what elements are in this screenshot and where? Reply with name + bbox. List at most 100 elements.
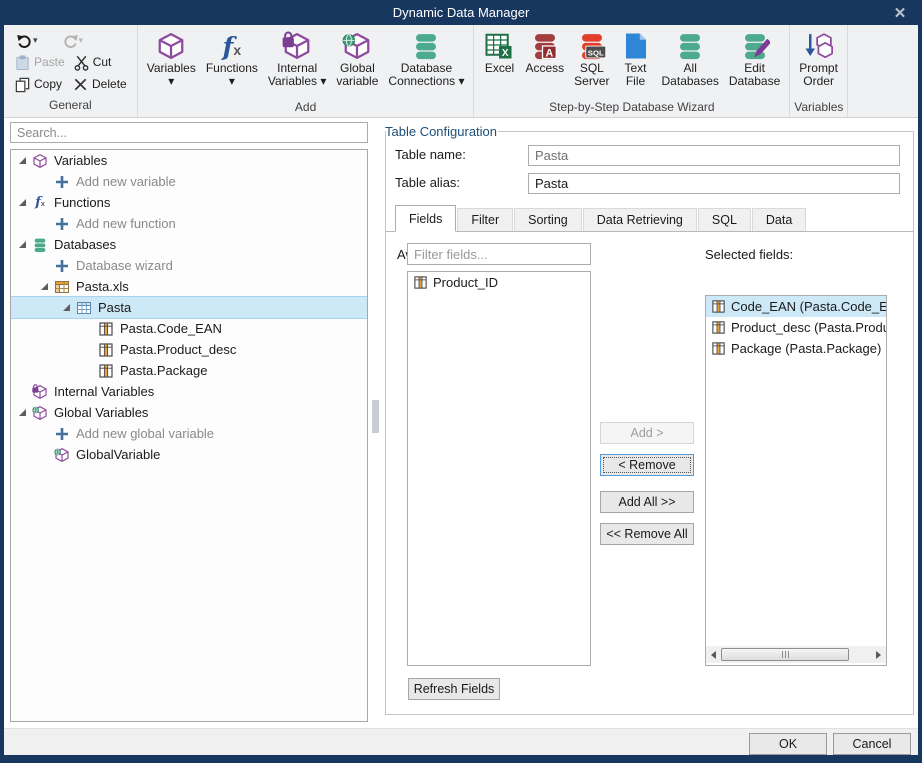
filter-fields-input[interactable]	[407, 243, 591, 265]
excel-button[interactable]: XExcel	[478, 27, 520, 75]
tree-item-pasta-package[interactable]: Pasta.Package	[11, 360, 367, 381]
tree-item-database-wizard[interactable]: Database wizard	[11, 255, 367, 276]
horizontal-scrollbar[interactable]	[706, 646, 886, 663]
tree-item-globalvariable[interactable]: GlobalVariable	[11, 444, 367, 465]
database-edit-icon	[739, 30, 771, 62]
selected-fields-list[interactable]: Code_EAN (Pasta.Code_EAN) Product_desc (…	[705, 295, 887, 666]
tree-item-add-new-variable[interactable]: Add new variable	[11, 171, 367, 192]
window-title: Dynamic Data Manager	[393, 5, 530, 20]
sheet-icon	[54, 279, 70, 295]
all-databases-button[interactable]: AllDatabases	[657, 27, 724, 88]
tree-item-global-variables[interactable]: Global Variables	[11, 402, 367, 423]
undo-dropdown-icon[interactable]: ▾	[33, 35, 38, 46]
scroll-right-icon[interactable]	[871, 646, 886, 663]
variables-button[interactable]: Variables▾	[142, 27, 201, 88]
add-button: Add >	[600, 422, 694, 444]
cube-globe-icon	[54, 447, 70, 463]
database-green-icon	[410, 30, 442, 62]
expander-icon[interactable]	[41, 283, 48, 290]
tab-filter[interactable]: Filter	[457, 208, 513, 231]
expander-icon[interactable]	[19, 157, 26, 164]
tree-item-add-new-function[interactable]: Add new function	[11, 213, 367, 234]
close-icon[interactable]: ✕	[886, 0, 914, 25]
cut-button[interactable]: Cut	[69, 53, 116, 72]
internal-variables-label-2: Variables ▾	[268, 75, 327, 88]
expander-icon[interactable]	[63, 304, 70, 311]
tree-item-label: Functions	[54, 195, 110, 210]
tree-item-add-new-global-variable[interactable]: Add new global variable	[11, 423, 367, 444]
tree-item-pasta[interactable]: Pasta	[11, 297, 367, 318]
table-name-input[interactable]	[528, 145, 900, 166]
remove-button[interactable]: < Remove	[600, 454, 694, 476]
tree-item-label: Variables	[54, 153, 107, 168]
database-connections-label-2: Connections ▾	[388, 75, 464, 88]
copy-button[interactable]: Copy	[10, 75, 66, 94]
undo-button[interactable]: ▾	[10, 32, 44, 49]
fx-icon: fx	[216, 30, 248, 62]
sql-server-button[interactable]: SQLSQLServer	[569, 27, 614, 88]
tree-item-pasta-code-ean[interactable]: Pasta.Code_EAN	[11, 318, 367, 339]
scrollbar-thumb[interactable]	[721, 648, 849, 661]
tree-item-internal-variables[interactable]: Internal Variables	[11, 381, 367, 402]
tree-item-label: GlobalVariable	[76, 447, 160, 462]
redo-dropdown-icon: ▾	[79, 35, 84, 46]
ribbon-group-label: Step-by-Step Database Wizard	[478, 99, 785, 117]
selected-field-package-pasta-package-[interactable]: Package (Pasta.Package)	[706, 338, 886, 359]
cancel-button[interactable]: Cancel	[833, 733, 911, 755]
tree-scrollbar[interactable]	[372, 149, 379, 722]
available-field-product-id[interactable]: Product_ID	[408, 272, 590, 293]
prompt-order-button[interactable]: PromptOrder	[794, 27, 843, 88]
internal-variables-button[interactable]: InternalVariables ▾	[263, 27, 332, 88]
dialog-footer: OK Cancel	[4, 728, 918, 755]
database-connections-button[interactable]: DatabaseConnections ▾	[383, 27, 469, 88]
table-name-label: Table name:	[395, 147, 466, 162]
tab-data-retrieving[interactable]: Data Retrieving	[583, 208, 697, 231]
cut-icon	[73, 54, 90, 71]
tree-item-label: Pasta	[98, 300, 131, 315]
selected-field-code-ean-pasta-code-ean-[interactable]: Code_EAN (Pasta.Code_EAN)	[706, 296, 886, 317]
global-variable-label-2: variable	[336, 75, 378, 88]
search-input[interactable]	[10, 122, 368, 143]
tree-scrollbar-thumb[interactable]	[372, 400, 379, 433]
tree-item-label: Global Variables	[54, 405, 148, 420]
tree-item-functions[interactable]: fxFunctions	[11, 192, 367, 213]
ribbon-group-step-by-step-database-wizard: XExcel AAccess SQLSQLServer TextFile All…	[474, 25, 790, 117]
list-item-label: Package (Pasta.Package)	[731, 341, 881, 356]
paste-icon	[14, 54, 31, 71]
ribbon-group-variables: PromptOrderVariables	[790, 25, 848, 117]
tree-item-databases[interactable]: Databases	[11, 234, 367, 255]
text-file-button[interactable]: TextFile	[615, 27, 657, 88]
access-button[interactable]: AAccess	[520, 27, 569, 75]
expander-icon[interactable]	[19, 241, 26, 248]
functions-button[interactable]: fxFunctions▾	[201, 27, 263, 88]
edit-database-button[interactable]: EditDatabase	[724, 27, 785, 88]
prompt-order-icon	[803, 30, 835, 62]
selected-field-product-desc-pasta-product-desc-[interactable]: Product_desc (Pasta.Product_desc)	[706, 317, 886, 338]
expander-icon[interactable]	[19, 409, 26, 416]
tab-data[interactable]: Data	[752, 208, 806, 231]
tree-item-label: Database wizard	[76, 258, 173, 273]
sql-server-icon: SQL	[576, 30, 608, 62]
expander-icon[interactable]	[19, 199, 26, 206]
refresh-fields-button[interactable]: Refresh Fields	[408, 678, 500, 700]
list-item-label: Product_desc (Pasta.Product_desc)	[731, 320, 886, 335]
undo-icon	[16, 32, 33, 49]
redo-button[interactable]: ▾	[56, 32, 90, 49]
tree-item-variables[interactable]: Variables	[11, 150, 367, 171]
tree-item-label: Add new function	[76, 216, 176, 231]
tab-fields[interactable]: Fields	[395, 205, 456, 232]
delete-button[interactable]: Delete	[68, 75, 131, 94]
global-variable-button[interactable]: Globalvariable	[331, 27, 383, 88]
remove-all-button[interactable]: << Remove All	[600, 523, 694, 545]
available-fields-list[interactable]: Product_ID	[407, 271, 591, 666]
ribbon-toolbar: ▾ ▾ Paste	[4, 25, 918, 118]
tree-item-pasta-product-desc[interactable]: Pasta.Product_desc	[11, 339, 367, 360]
ok-button[interactable]: OK	[749, 733, 827, 755]
table-alias-input[interactable]	[528, 173, 900, 194]
scroll-left-icon[interactable]	[706, 646, 721, 663]
tree-item-pasta-xls[interactable]: Pasta.xls	[11, 276, 367, 297]
add-all-button[interactable]: Add All >>	[600, 491, 694, 513]
tab-sql[interactable]: SQL	[698, 208, 751, 231]
text-file-label-2: File	[626, 75, 645, 88]
tab-sorting[interactable]: Sorting	[514, 208, 582, 231]
